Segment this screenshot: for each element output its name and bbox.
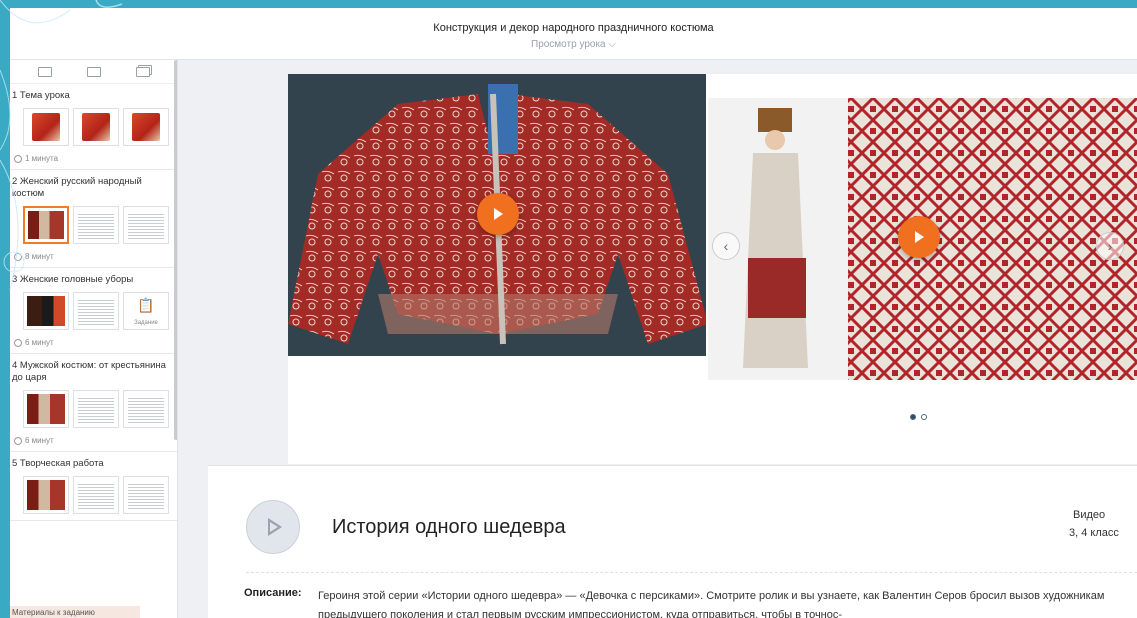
- sidebar-section-4[interactable]: 4 Мужской костюм: от крестьянина до царя…: [10, 354, 177, 452]
- task-icon: 📋: [137, 297, 155, 313]
- duration-text: 6 минут: [25, 338, 54, 347]
- view-mode-dropdown[interactable]: Просмотр урока ⌵: [10, 39, 1137, 50]
- video-grade: 3, 4 класс: [1069, 527, 1119, 539]
- section-duration: 8 минут: [10, 244, 177, 261]
- slide-thumbnail[interactable]: [123, 206, 169, 244]
- slide-thumbnail[interactable]: [73, 292, 119, 330]
- slide-viewer: ‹ ›: [288, 74, 1137, 464]
- single-view-icon[interactable]: [37, 66, 52, 77]
- sidebar-section-5[interactable]: 5 Творческая работа: [10, 452, 177, 521]
- video-preview-costume[interactable]: ‹ ›: [708, 98, 1137, 380]
- carousel-dot-2[interactable]: [921, 414, 927, 420]
- carousel-pagination: [910, 414, 927, 420]
- section-title[interactable]: 4 Мужской костюм: от крестьянина до царя: [10, 360, 177, 384]
- view-toggle: [10, 60, 177, 84]
- divider: [246, 572, 1137, 573]
- sidebar-section-1[interactable]: 1 Тема урока 1 минута: [10, 84, 177, 170]
- slide-thumbnail[interactable]: [73, 206, 119, 244]
- video-type: Видео: [1073, 509, 1106, 521]
- video-card: История одного шедевра Видео 3, 4 класс …: [208, 465, 1137, 618]
- section-title[interactable]: 2 Женский русский народный костюм: [10, 176, 177, 200]
- clock-icon: [14, 252, 22, 261]
- sidebar-section-2[interactable]: 2 Женский русский народный костюм 8 мину…: [10, 170, 177, 268]
- grid-view-icon[interactable]: [86, 66, 101, 77]
- section-duration: 6 минут: [10, 330, 177, 347]
- stack-view-icon[interactable]: [135, 66, 150, 77]
- frame-top: [0, 0, 1137, 8]
- app-window: Конструкция и декор народного празднично…: [10, 8, 1137, 618]
- slide-thumbnail[interactable]: [73, 108, 119, 146]
- section-title[interactable]: 3 Женские головные уборы: [10, 274, 177, 286]
- description-text: Героиня этой серии «Истории одного шедев…: [318, 590, 1105, 618]
- view-mode-label: Просмотр урока: [531, 39, 606, 50]
- section-title[interactable]: 5 Творческая работа: [10, 458, 177, 470]
- duration-text: 1 минута: [25, 154, 59, 163]
- task-thumbnail[interactable]: 📋 Задание: [123, 292, 169, 330]
- sidebar-section-3[interactable]: 3 Женские головные уборы 📋 Задание 6 мин…: [10, 268, 177, 354]
- frame-left: [0, 0, 10, 618]
- play-button[interactable]: [898, 216, 940, 258]
- video-preview-jacket[interactable]: [288, 74, 706, 356]
- slide-thumbnail[interactable]: [23, 476, 69, 514]
- section-duration: 6 минут: [10, 428, 177, 445]
- carousel-prev-button[interactable]: ‹: [712, 232, 740, 260]
- slide-thumbnail[interactable]: [73, 390, 119, 428]
- duration-text: 8 минут: [25, 252, 54, 261]
- video-play-button[interactable]: [246, 500, 300, 554]
- duration-text: 6 минут: [25, 436, 54, 445]
- chevron-down-icon: ⌵: [608, 39, 616, 50]
- slide-thumbnail[interactable]: [123, 476, 169, 514]
- lesson-sidebar[interactable]: 1 Тема урока 1 минута 2 Женский русский …: [10, 60, 178, 618]
- slide-thumbnail[interactable]: [123, 108, 169, 146]
- task-label: Задание: [134, 320, 158, 326]
- clock-icon: [14, 436, 22, 445]
- slide-thumbnail[interactable]: [123, 390, 169, 428]
- description-label: Описание:: [244, 587, 302, 599]
- slide-thumbnail-selected[interactable]: [23, 206, 69, 244]
- sidebar-scrollbar[interactable]: [174, 60, 177, 440]
- slide-thumbnail[interactable]: [73, 476, 119, 514]
- section-duration: 1 минута: [10, 146, 177, 163]
- video-title[interactable]: История одного шедевра: [332, 516, 566, 539]
- materials-link[interactable]: Материалы к заданию: [10, 606, 140, 618]
- clock-icon: [14, 154, 22, 163]
- slide-thumbnail[interactable]: [23, 390, 69, 428]
- slide-thumbnail[interactable]: [23, 292, 69, 330]
- lesson-title: Конструкция и декор народного празднично…: [433, 22, 714, 34]
- carousel-dot-1[interactable]: [910, 414, 916, 420]
- lesson-header: Конструкция и декор народного празднично…: [10, 8, 1137, 60]
- clock-icon: [14, 338, 22, 347]
- play-button[interactable]: [477, 193, 519, 235]
- section-title[interactable]: 1 Тема урока: [10, 90, 177, 102]
- carousel-next-button[interactable]: ›: [1096, 232, 1124, 260]
- slide-thumbnail[interactable]: [23, 108, 69, 146]
